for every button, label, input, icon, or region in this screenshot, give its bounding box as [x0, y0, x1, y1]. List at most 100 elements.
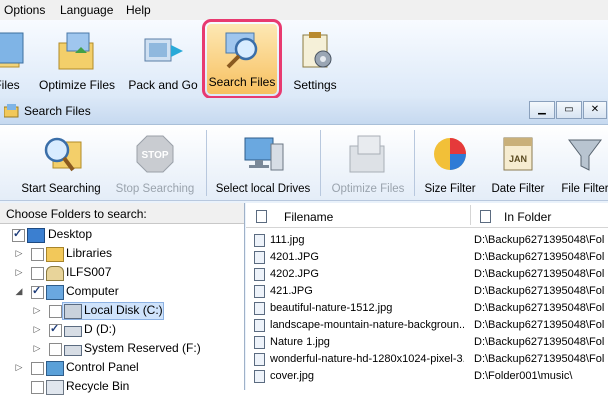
tree-checkbox[interactable] [49, 343, 62, 356]
libraries-folder-icon [46, 247, 64, 262]
tree-node-label: Control Panel [66, 360, 139, 374]
svg-text:JAN: JAN [509, 154, 527, 164]
tree-checkbox[interactable] [49, 305, 62, 318]
drive-icon [64, 326, 82, 337]
image-file-icon [254, 302, 265, 315]
table-row[interactable]: Nature 1.jpg D:\Backup6271395048\Fol [246, 334, 608, 351]
funnel-icon [568, 139, 602, 171]
image-file-icon [254, 268, 265, 281]
date-filter-button[interactable]: JAN Date Filter [484, 126, 552, 198]
tree-node-label: Local Disk (C:) [84, 303, 163, 317]
tree-node-label: Recycle Bin [66, 379, 130, 393]
collapse-arrow-icon[interactable]: ◢ [14, 286, 24, 297]
expand-arrow-icon[interactable]: ▷ [14, 362, 24, 373]
tree-node-desktop[interactable]: Desktop [0, 226, 244, 244]
expand-arrow-icon[interactable]: ▷ [14, 248, 24, 259]
tree-checkbox[interactable] [12, 227, 25, 242]
optimize-files-sub-button[interactable]: Optimize Files [326, 126, 410, 198]
optimize-files-sub-label: Optimize Files [331, 183, 405, 195]
table-row[interactable]: 4201.JPG D:\Backup6271395048\Fol [246, 249, 608, 266]
tree-node-system-reserved-f[interactable]: ▷ System Reserved (F:) [0, 340, 244, 358]
window-title: Search Files [24, 104, 91, 118]
column-header-filename[interactable]: Filename [284, 210, 333, 224]
table-row[interactable]: wonderful-nature-hd-1280x1024-pixel-3...… [246, 351, 608, 368]
date-filter-label: Date Filter [491, 183, 545, 195]
expand-arrow-icon[interactable]: ▷ [32, 324, 42, 335]
folder-column-icon [480, 210, 491, 223]
tree-checkbox[interactable] [31, 284, 44, 299]
files-icon [0, 32, 24, 68]
start-searching-button[interactable]: Start Searching [14, 126, 108, 198]
file-folder: D:\Backup6271395048\Fol [474, 353, 605, 365]
size-filter-button[interactable]: Size Filter [418, 126, 482, 198]
control-panel-icon [46, 361, 64, 376]
maximize-button[interactable]: ▭ [556, 101, 582, 119]
window-titlebar [0, 98, 608, 125]
image-file-icon [254, 234, 265, 247]
minimize-button[interactable]: ▁ [529, 101, 555, 119]
calendar-icon: JAN [503, 137, 533, 171]
tree-node-d-drive[interactable]: ▷ D (D:) [0, 321, 244, 339]
menu-help[interactable]: Help [126, 3, 151, 17]
table-row[interactable]: landscape-mountain-nature-backgroun... D… [246, 317, 608, 334]
select-local-drives-label: Select local Drives [215, 183, 311, 195]
tree-node-computer[interactable]: ◢ Computer [0, 283, 244, 301]
settings-button[interactable]: Settings [288, 21, 342, 97]
tree-node-label: ILFS007 [66, 265, 112, 279]
menu-language[interactable]: Language [60, 3, 113, 17]
window-app-icon [4, 104, 19, 118]
image-file-icon [254, 353, 265, 366]
svg-text:STOP: STOP [141, 150, 168, 161]
file-name: cover.jpg [270, 370, 315, 382]
close-button[interactable]: ✕ [583, 101, 607, 119]
tree-node-recycle-bin[interactable]: Recycle Bin [0, 378, 244, 396]
expand-arrow-icon[interactable]: ▷ [32, 343, 42, 354]
optimize-files-button[interactable]: Optimize Files [34, 21, 120, 97]
stop-sign-icon: STOP [136, 135, 174, 173]
tree-node-label: D (D:) [84, 322, 116, 336]
tree-node-libraries[interactable]: ▷ Libraries [0, 245, 244, 263]
magnifier-folder-icon [44, 137, 82, 172]
tree-checkbox[interactable] [31, 267, 44, 280]
search-files-icon [225, 32, 258, 69]
tree-node-label: Computer [66, 284, 119, 298]
tree-checkbox[interactable] [49, 322, 62, 337]
settings-button-label: Settings [293, 78, 337, 92]
tree-node-control-panel[interactable]: ▷ Control Panel [0, 359, 244, 377]
expand-arrow-icon[interactable]: ▷ [14, 267, 24, 278]
select-local-drives-button[interactable]: Select local Drives [212, 126, 314, 198]
file-filter-button[interactable]: File Filter [554, 126, 608, 198]
settings-icon [302, 32, 332, 68]
file-folder: D:\Backup6271395048\Fol [474, 285, 605, 297]
tree-checkbox[interactable] [31, 248, 44, 261]
table-row[interactable]: 111.jpg D:\Backup6271395048\Fol [246, 232, 608, 249]
column-separator[interactable] [470, 205, 471, 225]
tree-checkbox[interactable] [31, 381, 44, 394]
tree-node-local-disk-c[interactable]: ▷ Local Disk (C:) [0, 302, 244, 320]
tree-node-ilfs007[interactable]: ▷ ILFS007 [0, 264, 244, 282]
files-button[interactable]: Files [0, 21, 28, 97]
column-header-in-folder[interactable]: In Folder [504, 210, 551, 224]
file-name: 111.jpg [270, 234, 305, 246]
toolbar-separator [206, 130, 207, 196]
file-name: Nature 1.jpg [270, 336, 330, 348]
table-row[interactable]: 421.JPG D:\Backup6271395048\Fol [246, 283, 608, 300]
tree-node-label: Desktop [48, 227, 93, 241]
table-row[interactable]: beautiful-nature-1512.jpg D:\Backup62713… [246, 300, 608, 317]
computer-icon [46, 285, 64, 300]
table-row[interactable]: 4202.JPG D:\Backup6271395048\Fol [246, 266, 608, 283]
menu-options[interactable]: Options [4, 3, 45, 17]
optimize-files-button-label: Optimize Files [38, 78, 115, 92]
table-row[interactable]: cover.jpg D:\Folder001\music\ [246, 368, 608, 385]
file-folder: D:\Folder001\music\ [474, 370, 573, 382]
toolbar-separator [414, 130, 415, 196]
tree-checkbox[interactable] [31, 362, 44, 375]
image-file-icon [254, 319, 265, 332]
drive-icon [64, 304, 82, 319]
search-files-button[interactable]: Search Files [202, 19, 282, 99]
stop-searching-button[interactable]: STOP Stop Searching [112, 126, 198, 198]
pack-and-go-button[interactable]: Pack and Go [124, 21, 202, 97]
expand-arrow-icon[interactable]: ▷ [32, 305, 42, 316]
file-name: landscape-mountain-nature-backgroun... [270, 319, 464, 331]
start-searching-label: Start Searching [21, 183, 101, 195]
